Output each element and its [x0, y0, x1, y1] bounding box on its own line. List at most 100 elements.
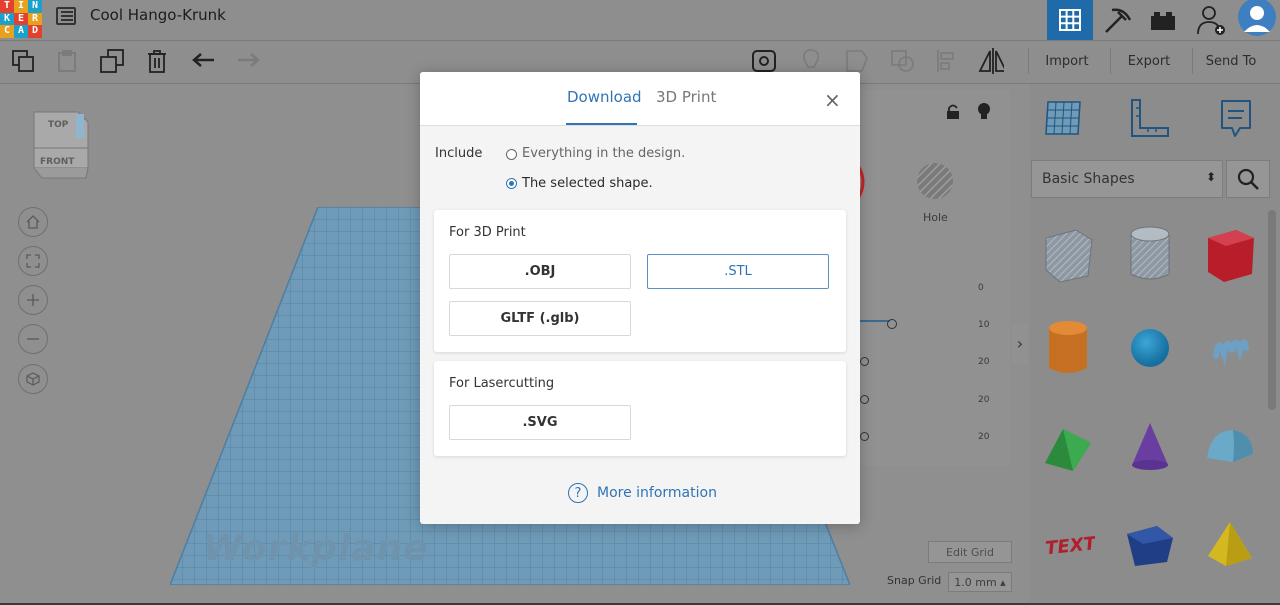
invite-user-button[interactable] [1188, 0, 1234, 40]
home-view-button[interactable] [18, 207, 48, 237]
shape-cylinder-hole[interactable] [1114, 218, 1186, 290]
shapes-scrollbar[interactable] [1268, 210, 1276, 410]
shape-roof[interactable] [1032, 410, 1104, 482]
delete-button[interactable] [144, 48, 170, 74]
tab-download[interactable]: Download [567, 88, 642, 106]
view-cube[interactable] [28, 108, 90, 180]
redo-icon [238, 53, 260, 67]
close-icon[interactable]: × [824, 88, 841, 112]
slider-handle[interactable] [860, 395, 869, 404]
mirror-button[interactable] [978, 48, 1004, 74]
shape-sphere[interactable] [1114, 312, 1186, 384]
pickaxe-icon [1105, 8, 1132, 33]
blue-sphere-icon [1131, 329, 1169, 367]
plus-icon [27, 294, 39, 306]
logo-letter: I [14, 0, 28, 13]
text-shape-icon: TEXT [1044, 533, 1095, 559]
shape-box-hole[interactable] [1032, 218, 1104, 290]
copy-icon [12, 50, 34, 72]
slider-handle[interactable] [887, 319, 897, 329]
light-bulb-icon[interactable] [977, 102, 991, 124]
redo-button[interactable] [235, 48, 261, 74]
option-everything-label[interactable]: Everything in the design. [522, 146, 685, 161]
collapse-panel-arrow-icon[interactable]: › [1012, 323, 1028, 363]
svg-button[interactable]: .SVG [449, 405, 631, 440]
edit-grid-button[interactable]: Edit Grid [928, 541, 1012, 563]
grid-view-button[interactable] [1047, 0, 1093, 40]
hole-swatch-icon[interactable] [915, 162, 955, 206]
shape-half-cylinder[interactable] [1194, 410, 1266, 482]
fit-view-button[interactable] [18, 246, 48, 276]
shape-category-select[interactable]: Basic Shapes [1031, 160, 1223, 198]
ruler-value: 0 [978, 283, 984, 293]
group-button[interactable] [844, 48, 870, 74]
home-icon [26, 215, 40, 229]
ruler-value: 20 [978, 357, 990, 367]
ungroup-button[interactable] [890, 48, 916, 74]
zoom-out-button[interactable] [18, 324, 48, 354]
gltf-button[interactable]: GLTF (.glb) [449, 301, 631, 336]
shape-scribble[interactable] [1194, 312, 1266, 384]
logo-letter: E [14, 12, 28, 26]
logo-letter: D [28, 25, 42, 38]
notes-tool-button[interactable] [1218, 98, 1254, 144]
slider-handle[interactable] [860, 432, 869, 441]
hint-button[interactable] [798, 48, 824, 74]
ruler-icon [1131, 99, 1169, 137]
design-title[interactable]: Cool Hango-Krunk [90, 6, 226, 24]
ungroup-icon [891, 50, 914, 72]
build-button[interactable] [1094, 0, 1140, 40]
red-box-icon [1208, 230, 1254, 282]
radio-everything[interactable] [506, 149, 517, 160]
help-icon: ? [568, 483, 588, 503]
align-button[interactable] [934, 48, 960, 74]
section-title: For Lasercutting [449, 376, 555, 391]
group-icon [846, 50, 868, 72]
radio-selected-shape[interactable] [506, 178, 517, 189]
mirror-icon [978, 48, 1004, 74]
import-button[interactable]: Import [1028, 48, 1105, 74]
shape-cylinder[interactable] [1032, 312, 1104, 384]
tinkercad-logo[interactable]: T I N K E R C A D [0, 0, 42, 38]
shape-search-button[interactable] [1226, 160, 1270, 198]
stl-button[interactable]: .STL [647, 254, 829, 289]
viewcube-top-label: TOP [48, 120, 69, 130]
shape-text[interactable]: TEXT [1032, 508, 1104, 580]
logo-letter: C [0, 25, 14, 38]
slider-handle[interactable] [860, 357, 869, 366]
undo-button[interactable] [191, 48, 217, 74]
more-information-link[interactable]: ? More information [568, 483, 717, 503]
green-roof-icon [1045, 429, 1091, 471]
lock-icon[interactable] [946, 104, 960, 124]
download-dialog: Download 3D Print × Include Everything i… [420, 72, 860, 524]
section-title: For 3D Print [449, 225, 526, 240]
shape-cone[interactable] [1114, 410, 1186, 482]
notes-button[interactable] [751, 48, 777, 74]
workplane-tool-button[interactable] [1044, 98, 1084, 142]
user-avatar[interactable] [1236, 0, 1278, 40]
halfcylinder-icon [1207, 430, 1253, 462]
zoom-in-button[interactable] [18, 285, 48, 315]
more-information-text: More information [597, 485, 717, 501]
design-menu-icon[interactable] [56, 7, 76, 25]
shape-prism[interactable] [1114, 508, 1186, 580]
send-to-button[interactable]: Send To [1192, 48, 1269, 74]
tab-3d-print[interactable]: 3D Print [656, 88, 716, 106]
ruler-tool-button[interactable] [1128, 98, 1172, 144]
align-icon [937, 50, 954, 72]
snap-grid-select[interactable]: 1.0 mm ▴ [948, 572, 1012, 592]
svg-text:TEXT: TEXT [1044, 533, 1095, 559]
option-selected-label[interactable]: The selected shape. [522, 176, 653, 191]
copy-button[interactable] [10, 48, 36, 74]
shape-box[interactable] [1194, 218, 1266, 290]
paste-button[interactable] [54, 48, 80, 74]
search-icon [1237, 168, 1259, 190]
shape-pyramid[interactable] [1194, 508, 1266, 580]
duplicate-button[interactable] [99, 48, 125, 74]
bricks-button[interactable] [1140, 0, 1186, 40]
undo-icon [192, 53, 214, 67]
export-button[interactable]: Export [1110, 48, 1187, 74]
duplicate-icon [100, 49, 124, 73]
ortho-view-button[interactable] [18, 364, 48, 394]
obj-button[interactable]: .OBJ [449, 254, 631, 289]
